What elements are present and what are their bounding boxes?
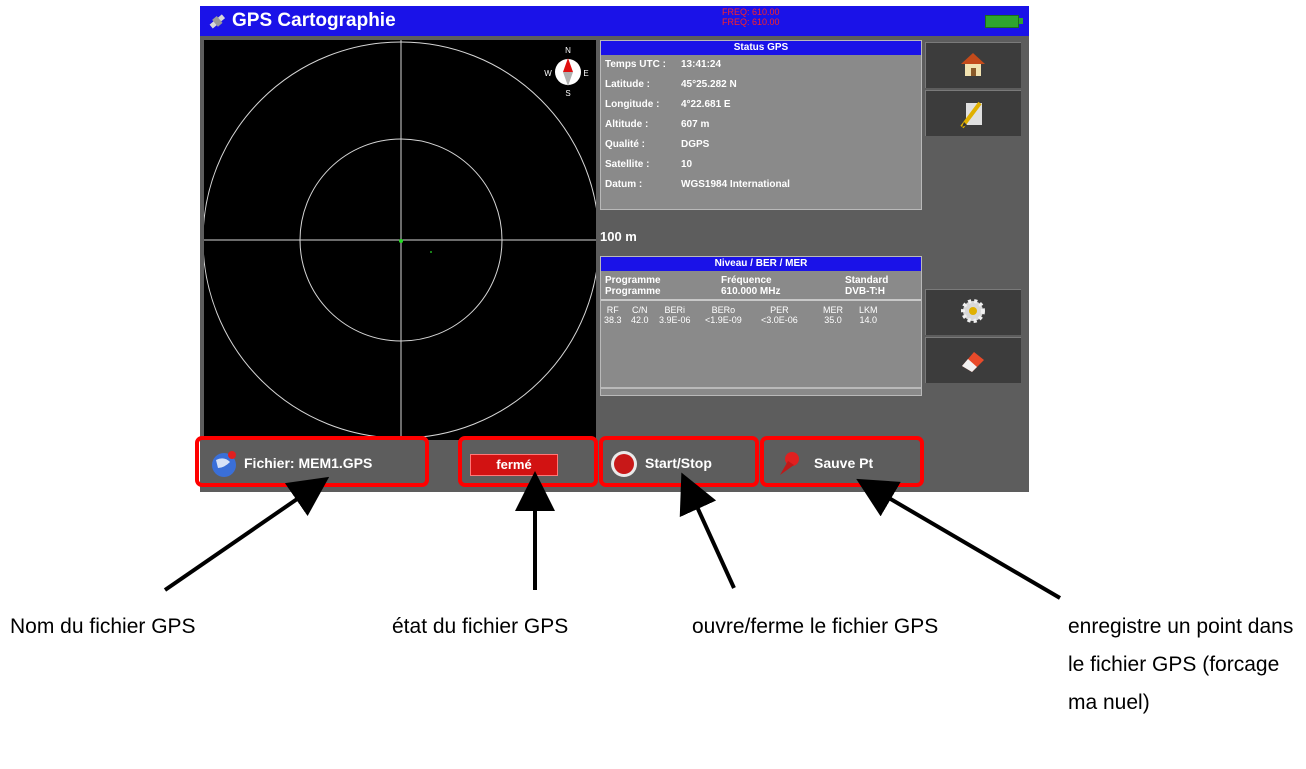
status-row: Temps UTC : 13:41:24: [605, 59, 721, 70]
measure-value: 38.3: [604, 315, 622, 325]
measure-lkm: LKM 14.0: [859, 305, 878, 325]
status-label: Longitude :: [605, 99, 660, 110]
compass-n: N: [565, 46, 571, 55]
status-row: Satellite : 10: [605, 159, 692, 170]
measure-value: <1.9E-09: [705, 315, 742, 325]
eraser-button[interactable]: [925, 337, 1021, 383]
battery-icon: [985, 15, 1019, 28]
status-label: Satellite :: [605, 159, 650, 170]
compass-s: S: [565, 89, 570, 98]
measure-value: 42.0: [631, 315, 649, 325]
measure-label: MER: [823, 305, 843, 315]
status-row: Altitude : 607 m: [605, 119, 709, 130]
track-point: [430, 251, 432, 253]
status-row: Latitude : 45°25.282 N: [605, 79, 737, 90]
battery-tip: [1019, 18, 1023, 24]
status-gps-header: Status GPS: [601, 41, 921, 55]
programme-label: Programme: [605, 275, 661, 286]
title-bar: GPS Cartographie FREQ: 610.00 FREQ: 610.…: [200, 6, 1029, 36]
measure-label: RF: [606, 305, 619, 315]
settings-icon: [961, 299, 985, 323]
standard-col: Standard DVB-T:H: [845, 275, 888, 297]
status-label: Altitude :: [605, 119, 649, 130]
measure-label: PER: [770, 305, 789, 315]
measure-label: C/N: [632, 305, 648, 315]
measure-mer: MER 35.0: [823, 305, 843, 325]
highlight-save-point: [760, 436, 924, 487]
niveau-header: Niveau / BER / MER: [601, 257, 921, 271]
caption-save-point: enregistre un point dans le fichier GPS …: [1068, 615, 1294, 714]
measure-label: BERo: [711, 305, 736, 315]
compass-e: E: [583, 69, 588, 78]
status-label: Temps UTC :: [605, 59, 666, 70]
caption-file-status: état du fichier GPS: [392, 615, 569, 638]
measure-label: BERi: [664, 305, 686, 315]
highlight-start-stop: [599, 436, 759, 487]
highlight-file-status: [458, 436, 598, 487]
edit-button[interactable]: [925, 90, 1021, 136]
gps-satellite-icon: [209, 14, 226, 29]
standard-value: DVB-T:H: [845, 286, 885, 297]
highlight-file-name: [195, 436, 429, 487]
frequency-readout: FREQ: 610.00 FREQ: 610.00: [722, 7, 780, 27]
frequence-col: Fréquence 610.000 MHz: [721, 275, 780, 297]
status-value: DGPS: [681, 139, 710, 150]
edit-icon: [960, 101, 982, 129]
status-value: 45°25.282 N: [681, 79, 737, 90]
frequency-line-2: FREQ: 610.00: [722, 17, 780, 27]
frequence-value: 610.000 MHz: [721, 286, 781, 297]
measure-value: <3.0E-06: [761, 315, 798, 325]
status-row: Qualité : DGPS: [605, 139, 709, 150]
standard-label: Standard: [845, 275, 889, 286]
frequence-label: Fréquence: [721, 275, 772, 286]
programme-value: Programme: [605, 286, 661, 297]
niveau-divider: [601, 299, 921, 301]
app-title: GPS Cartographie: [232, 10, 396, 31]
map-canvas: N S E W: [202, 40, 600, 460]
status-value: 607 m: [681, 119, 710, 130]
home-icon: [961, 53, 985, 76]
compass-icon: N S E W: [544, 46, 588, 98]
status-label: Latitude :: [605, 79, 650, 90]
caption-start-stop: ouvre/ferme le fichier GPS: [692, 615, 939, 638]
status-label: Qualité :: [605, 139, 646, 150]
measure-value: 14.0: [859, 315, 878, 325]
frequency-line-1: FREQ: 610.00: [722, 7, 780, 17]
position-marker: [399, 239, 403, 243]
measure-rf: RF 38.3: [604, 305, 622, 325]
gps-map[interactable]: N S E W: [202, 40, 600, 460]
caption-file-name: Nom du fichier GPS: [10, 615, 196, 638]
status-row: Longitude : 4°22.681 E: [605, 99, 731, 110]
eraser-icon: [962, 352, 984, 372]
extra-panel-bar: [600, 388, 922, 396]
status-value: 13:41:24: [681, 59, 722, 70]
status-value: WGS1984 International: [681, 179, 790, 190]
measure-beri: BERi 3.9E-06: [659, 305, 691, 325]
settings-button[interactable]: [925, 289, 1021, 335]
measure-bero: BERo <1.9E-09: [705, 305, 742, 325]
measure-cn: C/N 42.0: [631, 305, 649, 325]
status-label: Datum :: [605, 179, 643, 190]
arrow-file-name: [163, 476, 330, 592]
niveau-panel: Niveau / BER / MER Programme Programme F…: [600, 256, 922, 388]
arrow-start-stop: [679, 472, 736, 589]
measure-label: LKM: [859, 305, 878, 315]
status-value: 10: [681, 159, 693, 170]
compass-w: W: [544, 69, 552, 78]
measure-value: 3.9E-06: [659, 315, 691, 325]
status-value: 4°22.681 E: [681, 99, 731, 110]
measure-value: 35.0: [824, 315, 842, 325]
programme-col: Programme Programme: [605, 275, 661, 297]
device-screen: GPS Cartographie FREQ: 610.00 FREQ: 610.…: [200, 6, 1029, 492]
status-gps-panel: Status GPS Temps UTC : 13:41:24 Latitude …: [600, 40, 922, 210]
measure-per: PER <3.0E-06: [761, 305, 798, 325]
scale-label: 100 m: [600, 229, 637, 244]
arrow-save-point: [856, 478, 1062, 600]
home-button[interactable]: [925, 42, 1021, 88]
status-row: Datum : WGS1984 International: [605, 179, 790, 190]
